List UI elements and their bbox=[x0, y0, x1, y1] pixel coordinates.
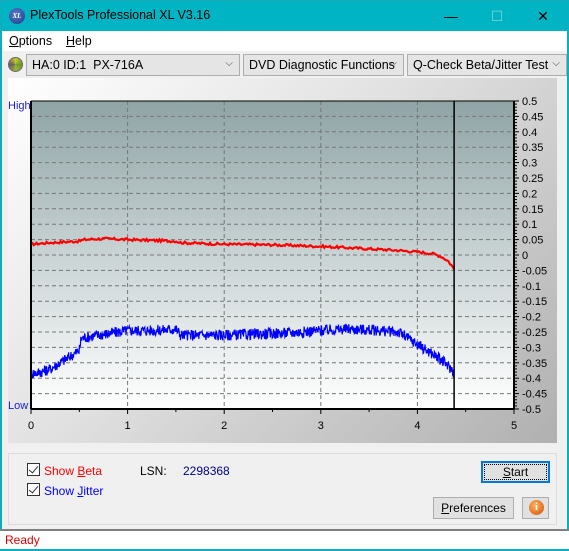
test-select[interactable]: Q-Check Beta/Jitter Test ⌵ bbox=[407, 54, 567, 76]
y-tick-label: -0.4 bbox=[522, 373, 541, 385]
chevron-down-icon: ⌵ bbox=[389, 58, 397, 69]
show-jitter-label-post: itter bbox=[83, 484, 104, 498]
start-rest: tart bbox=[510, 465, 529, 479]
chevron-down-icon: ⌵ bbox=[225, 58, 233, 69]
show-jitter-label-pre: Show bbox=[44, 484, 78, 498]
beta-jitter-chart: 0.5 0.45 0.4 0.35 0.3 0.25 0.2 0.15 0.1 0.05 0 -0.0… bbox=[28, 96, 547, 432]
start-accel: S bbox=[502, 465, 511, 479]
y-tick-label: -0.45 bbox=[522, 389, 547, 401]
y-tick-label: -0.1 bbox=[522, 281, 541, 293]
maximize-button[interactable]: ☐ bbox=[474, 1, 520, 31]
toolbar: HA:0 ID:1 PX-716A ⌵ DVD Diagnostic Funct… bbox=[2, 51, 567, 79]
minimize-button[interactable]: — bbox=[428, 1, 474, 31]
y-tick-label: -0.35 bbox=[522, 358, 547, 370]
menu-bar: Options Help bbox=[2, 31, 567, 51]
menu-help[interactable]: Help bbox=[66, 34, 92, 48]
function-select-value: DVD Diagnostic Functions bbox=[249, 58, 395, 72]
show-jitter-label[interactable]: Show Jitter bbox=[44, 484, 103, 498]
y-tick-label: 0.1 bbox=[522, 219, 537, 231]
app-logo-icon: XL bbox=[9, 8, 25, 24]
drive-select-value: HA:0 ID:1 PX-716A bbox=[32, 58, 144, 72]
y-tick-label: 0.15 bbox=[522, 204, 543, 216]
x-tick-label: 4 bbox=[414, 420, 420, 432]
lsn-label: LSN: bbox=[140, 464, 167, 478]
y-tick-label: -0.15 bbox=[522, 296, 547, 308]
info-icon: i bbox=[529, 500, 544, 515]
x-tick-label: 5 bbox=[511, 420, 517, 432]
menu-options-accel: O bbox=[9, 34, 19, 48]
menu-help-rest: elp bbox=[75, 34, 92, 48]
y-tick-label: 0.35 bbox=[522, 142, 543, 154]
status-bar: Ready bbox=[0, 529, 569, 549]
start-button[interactable]: Start bbox=[481, 461, 550, 483]
low-label: Low bbox=[8, 400, 29, 412]
disc-drive-icon bbox=[8, 57, 23, 72]
drive-select[interactable]: HA:0 ID:1 PX-716A ⌵ bbox=[26, 54, 240, 76]
preferences-rest: references bbox=[449, 501, 506, 515]
y-tick-label: -0.5 bbox=[522, 404, 541, 416]
menu-help-accel: H bbox=[66, 34, 76, 48]
menu-options-rest: ptions bbox=[18, 34, 53, 48]
y-tick-label: -0.25 bbox=[522, 327, 547, 339]
y-tick-label: 0.5 bbox=[522, 96, 537, 108]
y-tick-label: 0.25 bbox=[522, 173, 543, 185]
menu-options[interactable]: Options bbox=[9, 34, 52, 48]
x-tick-label: 2 bbox=[221, 420, 227, 432]
y-tick-label: 0.2 bbox=[522, 188, 537, 200]
function-select[interactable]: DVD Diagnostic Functions ⌵ bbox=[243, 54, 404, 76]
show-beta-label-post: eta bbox=[85, 464, 103, 478]
show-jitter-checkbox[interactable] bbox=[27, 483, 40, 496]
y-tick-label: 0.05 bbox=[522, 235, 543, 247]
x-tick-label: 0 bbox=[28, 420, 34, 432]
show-beta-checkbox[interactable] bbox=[27, 463, 40, 476]
status-text: Ready bbox=[5, 533, 40, 547]
lsn-value: 2298368 bbox=[183, 464, 230, 478]
chart-panel: 0.5 0.45 0.4 0.35 0.3 0.25 0.2 0.15 0.1 0.05 0 -0.0… bbox=[8, 78, 557, 443]
info-button[interactable]: i bbox=[522, 497, 549, 519]
x-tick-label: 1 bbox=[125, 420, 131, 432]
preferences-button[interactable]: Preferences bbox=[433, 497, 514, 519]
y-tick-label: 0.45 bbox=[522, 111, 543, 123]
y-tick-label: -0.2 bbox=[522, 312, 541, 324]
test-select-value: Q-Check Beta/Jitter Test bbox=[413, 58, 549, 72]
close-button[interactable]: ✕ bbox=[520, 1, 566, 31]
x-tick-label: 3 bbox=[318, 420, 324, 432]
show-beta-label-pre: Show bbox=[44, 464, 78, 478]
show-beta-label[interactable]: Show Beta bbox=[44, 464, 102, 478]
title-bar: XL PlexTools Professional XL V3.16 — ☐ ✕ bbox=[2, 1, 567, 31]
y-tick-label: 0.4 bbox=[522, 127, 537, 139]
y-tick-label: -0.3 bbox=[522, 342, 541, 354]
y-tick-label: -0.05 bbox=[522, 265, 547, 277]
preferences-accel: P bbox=[441, 501, 450, 515]
high-label: High bbox=[8, 100, 31, 112]
window-title: PlexTools Professional XL V3.16 bbox=[30, 8, 211, 22]
chevron-down-icon: ⌵ bbox=[552, 58, 560, 69]
y-tick-label: 0.3 bbox=[522, 158, 537, 170]
y-tick-label: 0 bbox=[522, 250, 528, 262]
